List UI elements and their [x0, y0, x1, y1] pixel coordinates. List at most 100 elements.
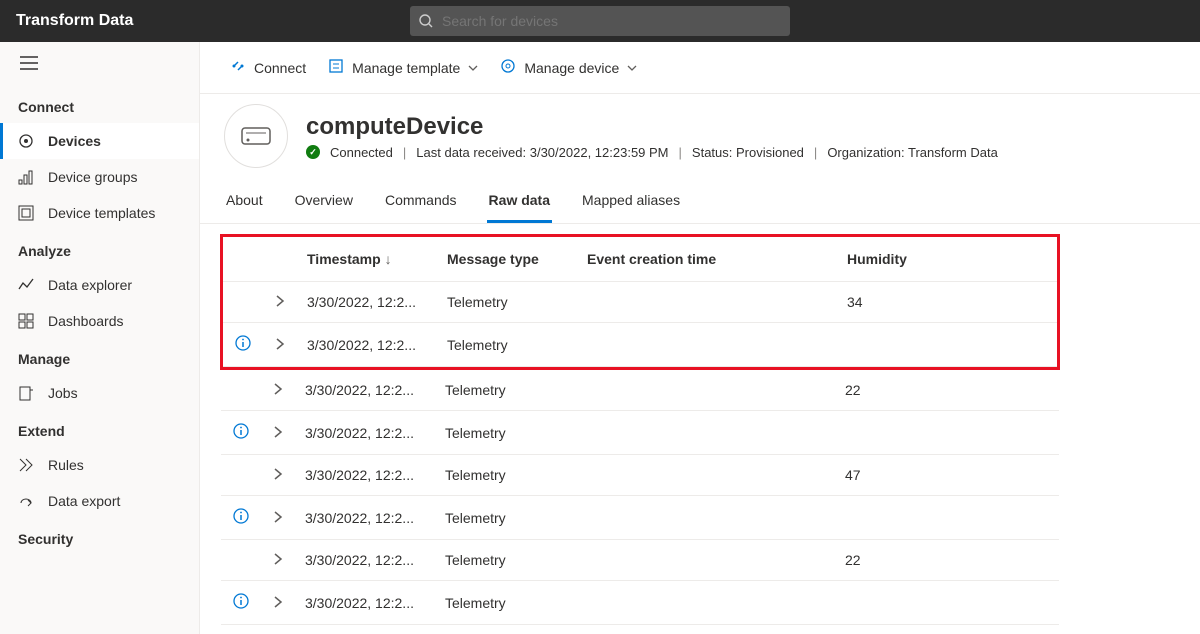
info-icon[interactable]: [233, 596, 249, 612]
section-manage: Manage: [0, 339, 199, 375]
cell-humidity: [835, 411, 1059, 455]
main-content: Connect Manage template Manage device co…: [200, 42, 1200, 634]
raw-data-table-cont: 3/30/2022, 12:2...Telemetry223/30/2022, …: [221, 370, 1059, 625]
cell-humidity: 22: [835, 540, 1059, 581]
manage-device-button[interactable]: Manage device: [494, 54, 643, 81]
cell-event-creation: [577, 323, 837, 367]
col-humidity[interactable]: Humidity: [837, 237, 1057, 282]
tab-overview[interactable]: Overview: [293, 180, 355, 223]
tab-about[interactable]: About: [224, 180, 265, 223]
expand-row-icon[interactable]: [273, 510, 283, 526]
highlighted-rows-box: Timestamp ↓ Message type Event creation …: [220, 234, 1060, 370]
col-event-creation[interactable]: Event creation time: [577, 237, 837, 282]
cell-humidity: [835, 496, 1059, 540]
sidebar-item-label: Devices: [48, 133, 101, 149]
manage-template-icon: [328, 58, 344, 77]
info-icon[interactable]: [235, 338, 251, 354]
tab-mapped-aliases[interactable]: Mapped aliases: [580, 180, 682, 223]
col-timestamp[interactable]: Timestamp ↓: [297, 237, 437, 282]
rules-icon: [18, 457, 34, 473]
cell-message-type: Telemetry: [435, 411, 575, 455]
table-row[interactable]: 3/30/2022, 12:2...Telemetry: [221, 581, 1059, 625]
sidebar-item-label: Device templates: [48, 205, 155, 221]
sidebar-item-rules[interactable]: Rules: [0, 447, 199, 483]
table-row[interactable]: 3/30/2022, 12:2...Telemetry: [221, 411, 1059, 455]
col-message-type[interactable]: Message type: [437, 237, 577, 282]
sidebar-item-label: Data explorer: [48, 277, 132, 293]
expand-row-icon[interactable]: [275, 337, 285, 353]
connected-status-icon: [306, 145, 320, 159]
connect-button[interactable]: Connect: [224, 54, 312, 81]
cell-timestamp: 3/30/2022, 12:2...: [295, 540, 435, 581]
cell-message-type: Telemetry: [435, 370, 575, 411]
table-row[interactable]: 3/30/2022, 12:2...Telemetry 22: [221, 540, 1059, 581]
device-icon: [240, 126, 272, 146]
table-row[interactable]: 3/30/2022, 12:2...Telemetry34: [223, 282, 1057, 323]
cell-event-creation: [575, 455, 835, 496]
table-row[interactable]: 3/30/2022, 12:2...Telemetry22: [221, 370, 1059, 411]
tab-raw-data[interactable]: Raw data: [487, 180, 552, 223]
table-row[interactable]: 3/30/2022, 12:2...Telemetry: [223, 323, 1057, 367]
cell-humidity: 47: [835, 455, 1059, 496]
cell-timestamp: 3/30/2022, 12:2...: [295, 411, 435, 455]
table-row[interactable]: 3/30/2022, 12:2...Telemetry47: [221, 455, 1059, 496]
data-export-icon: [18, 493, 34, 509]
cell-message-type: Telemetry: [435, 581, 575, 625]
cell-message-type: Telemetry: [435, 496, 575, 540]
sidebar-item-devices[interactable]: Devices: [0, 123, 199, 159]
manage-template-button[interactable]: Manage template: [322, 54, 484, 81]
sidebar-item-data-export[interactable]: Data export: [0, 483, 199, 519]
info-icon[interactable]: [233, 426, 249, 442]
search-icon: [418, 13, 434, 29]
manage-device-icon: [500, 58, 516, 77]
jobs-icon: [18, 385, 34, 401]
search-container: [410, 6, 790, 36]
separator: |: [814, 145, 817, 160]
expand-row-icon[interactable]: [273, 467, 283, 483]
app-title: Transform Data: [16, 12, 133, 30]
info-icon[interactable]: [233, 511, 249, 527]
search-input[interactable]: [410, 6, 790, 36]
expand-row-icon[interactable]: [273, 382, 283, 398]
expand-row-icon[interactable]: [273, 425, 283, 441]
device-templates-icon: [18, 205, 34, 221]
data-explorer-icon: [18, 277, 34, 293]
sidebar-item-device-groups[interactable]: Device groups: [0, 159, 199, 195]
hamburger-icon: [20, 56, 38, 70]
cell-event-creation: [575, 540, 835, 581]
dashboards-icon: [18, 313, 34, 329]
status-label: Status: Provisioned: [692, 145, 804, 160]
cell-timestamp: 3/30/2022, 12:2...: [295, 455, 435, 496]
sidebar-item-label: Dashboards: [48, 313, 124, 329]
expand-row-icon[interactable]: [273, 552, 283, 568]
table-row[interactable]: 3/30/2022, 12:2...Telemetry: [221, 496, 1059, 540]
section-security: Security: [0, 519, 199, 555]
sidebar-item-jobs[interactable]: Jobs: [0, 375, 199, 411]
action-label: Manage template: [352, 60, 460, 76]
device-avatar: [224, 104, 288, 168]
expand-row-icon[interactable]: [275, 294, 285, 310]
sidebar-item-dashboards[interactable]: Dashboards: [0, 303, 199, 339]
devices-icon: [18, 133, 34, 149]
sidebar-item-device-templates[interactable]: Device templates: [0, 195, 199, 231]
cell-message-type: Telemetry: [435, 540, 575, 581]
sort-desc-icon: ↓: [385, 251, 392, 267]
section-analyze: Analyze: [0, 231, 199, 267]
cell-message-type: Telemetry: [437, 282, 577, 323]
tab-commands[interactable]: Commands: [383, 180, 459, 223]
sidebar-item-data-explorer[interactable]: Data explorer: [0, 267, 199, 303]
connected-label: Connected: [330, 145, 393, 160]
raw-data-table: Timestamp ↓ Message type Event creation …: [223, 237, 1057, 367]
cell-humidity: [835, 581, 1059, 625]
top-bar: Transform Data: [0, 0, 1200, 42]
device-header-text: computeDevice Connected | Last data rece…: [306, 113, 998, 160]
hamburger-button[interactable]: [0, 42, 199, 87]
cell-event-creation: [575, 581, 835, 625]
org-label: Organization: Transform Data: [827, 145, 998, 160]
section-extend: Extend: [0, 411, 199, 447]
separator: |: [679, 145, 682, 160]
expand-row-icon[interactable]: [273, 595, 283, 611]
sidebar-item-label: Data export: [48, 493, 120, 509]
chevron-down-icon: [627, 63, 637, 73]
cell-humidity: 34: [837, 282, 1057, 323]
